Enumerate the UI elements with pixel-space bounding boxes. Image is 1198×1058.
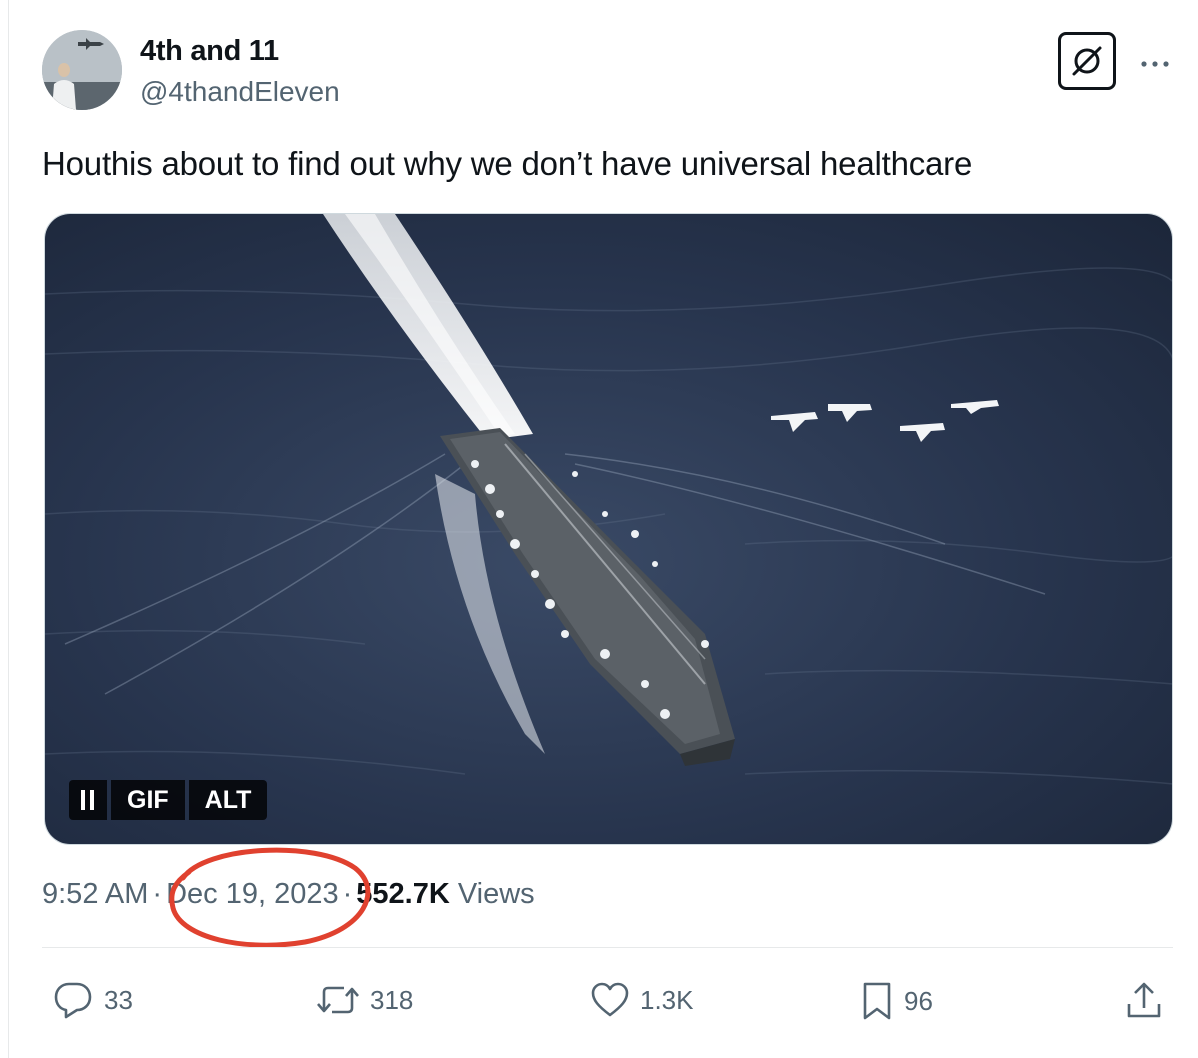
- reply-icon: [54, 982, 92, 1019]
- reply-button[interactable]: 33: [52, 980, 133, 1020]
- timeline-border: [0, 0, 9, 1058]
- bookmark-count: 96: [904, 985, 933, 1016]
- tweet-media-gif[interactable]: GIF ALT: [44, 213, 1173, 845]
- aircraft-carrier-image: [45, 214, 1172, 844]
- alt-text-button[interactable]: ALT: [188, 780, 268, 820]
- separator-dot: ·: [342, 878, 353, 910]
- tweet-time[interactable]: 9:52 AM: [42, 878, 148, 910]
- like-count: 1.3K: [640, 984, 694, 1015]
- grok-button[interactable]: [1058, 32, 1116, 90]
- like-button[interactable]: 1.3K: [590, 980, 694, 1020]
- bookmark-button[interactable]: 96: [860, 980, 933, 1022]
- share-icon: [1127, 982, 1161, 1018]
- repost-icon: [317, 986, 359, 1014]
- avatar[interactable]: [42, 30, 122, 110]
- repost-count: 318: [370, 984, 414, 1015]
- action-bar: 33 318 1.3K 96: [0, 978, 1198, 1022]
- more-options-button[interactable]: [1138, 44, 1172, 74]
- pause-icon: [81, 790, 94, 810]
- media-badges: GIF ALT: [69, 780, 268, 820]
- avatar-image: [42, 30, 122, 110]
- tweet-meta: 9:52 AM · Dec 19, 2023 · 552.7K Views: [42, 878, 535, 911]
- pause-button[interactable]: [69, 780, 107, 820]
- share-button[interactable]: [1124, 980, 1164, 1022]
- divider: [42, 947, 1173, 948]
- author-name[interactable]: 4th and 11: [140, 35, 279, 68]
- views-count: 552.7K: [356, 878, 450, 910]
- tweet-text: Houthis about to find out why we don’t h…: [42, 145, 973, 182]
- separator-dot: ·: [152, 878, 163, 910]
- views-label: Views: [457, 878, 535, 910]
- gif-badge: GIF: [111, 780, 185, 820]
- repost-button[interactable]: 318: [316, 980, 413, 1020]
- tweet-date[interactable]: Dec 19, 2023: [166, 878, 339, 910]
- bookmark-icon: [863, 982, 891, 1020]
- ellipsis-icon: [1141, 61, 1169, 67]
- reply-count: 33: [104, 984, 133, 1015]
- heart-icon: [591, 982, 629, 1017]
- slashed-circle-icon: [1072, 46, 1102, 76]
- author-handle[interactable]: @4thandEleven: [140, 76, 340, 108]
